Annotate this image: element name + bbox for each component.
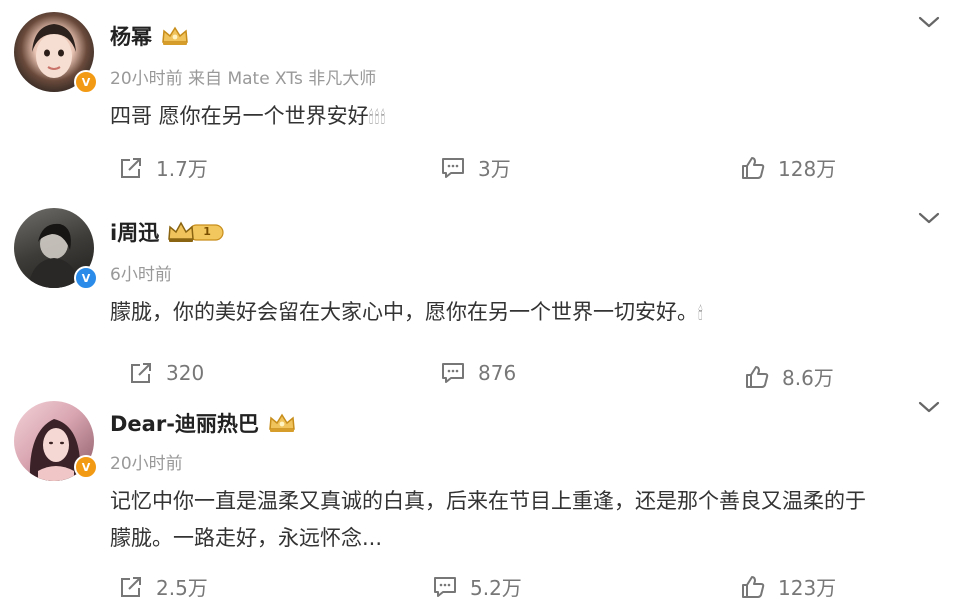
name-row: 杨幂 — [110, 20, 190, 52]
name-row: Dear-迪丽热巴 — [110, 407, 297, 439]
comment-item: V 杨幂 20小时前 来自 Mate XTs 非凡大师 四哥 愿你在另一个世界安… — [0, 0, 960, 200]
like-button[interactable]: 8.6万 — [744, 362, 834, 391]
username[interactable]: Dear-迪丽热巴 — [110, 408, 259, 438]
comment-text-line: 朦胧，你的美好会留在大家心中，愿你在另一个世界一切安好。 — [110, 300, 698, 324]
candle-emoji: 🕯 — [698, 304, 704, 324]
comment-text-line: 记忆中你一直是温柔又真诚的白真，后来在节目上重逢，还是那个善良又温柔的于 — [110, 489, 866, 513]
crown-level-badge-icon — [167, 220, 227, 244]
comment-meta: 6小时前 — [110, 265, 172, 285]
thumbs-up-icon — [742, 575, 765, 598]
comment-text: 四哥 愿你在另一个世界安好🕯🕯🕯 — [110, 98, 386, 137]
comment-count: 876 — [478, 361, 517, 385]
level-text: 1 — [203, 224, 211, 238]
repost-button[interactable]: 320 — [128, 360, 204, 386]
verified-badge: V — [74, 455, 98, 479]
comment-item: V i周迅 1 6小时前 朦胧，你的美好会留在大家心中，愿你在另一个世界一切安好… — [0, 200, 960, 395]
chevron-down-icon[interactable] — [917, 210, 941, 226]
crown-badge-icon — [160, 25, 190, 47]
crown-badge-icon — [267, 412, 297, 434]
repost-count: 320 — [166, 361, 205, 385]
username[interactable]: 杨幂 — [110, 21, 152, 51]
comment-text: 记忆中你一直是温柔又真诚的白真，后来在节目上重逢，还是那个善良又温柔的于 朦胧。… — [110, 483, 866, 557]
like-button[interactable]: 123万 — [740, 572, 836, 600]
like-count: 8.6万 — [782, 366, 834, 390]
comment-icon — [442, 363, 464, 383]
candle-emoji: 🕯🕯🕯 — [368, 108, 387, 128]
thumbs-up-icon — [746, 365, 769, 388]
comment-button[interactable]: 5.2万 — [432, 572, 522, 600]
verified-badge: V — [74, 266, 98, 290]
share-icon — [121, 576, 141, 597]
comment-text-line: 四哥 愿你在另一个世界安好 — [110, 104, 369, 128]
comment-icon — [434, 576, 456, 597]
name-row: i周迅 1 — [110, 216, 235, 248]
share-icon — [121, 157, 141, 178]
like-button[interactable]: 128万 — [740, 153, 836, 182]
comment-text: 朦胧，你的美好会留在大家心中，愿你在另一个世界一切安好。🕯 — [110, 294, 704, 333]
like-count: 128万 — [778, 157, 837, 181]
like-count: 123万 — [778, 576, 837, 600]
comment-text-line: 朦胧。一路走好，永远怀念... — [110, 526, 383, 550]
repost-button[interactable]: 1.7万 — [118, 153, 208, 182]
repost-button[interactable]: 2.5万 — [118, 572, 208, 600]
comment-feed: V 杨幂 20小时前 来自 Mate XTs 非凡大师 四哥 愿你在另一个世界安… — [0, 0, 960, 600]
comment-count: 3万 — [478, 157, 511, 181]
thumbs-up-icon — [742, 156, 765, 179]
comment-item: V Dear-迪丽热巴 20小时前 记忆中你一直是温柔又真诚的白真，后来在节目上… — [0, 395, 960, 600]
share-icon — [131, 363, 151, 383]
username[interactable]: i周迅 — [110, 217, 159, 247]
comment-meta: 20小时前 来自 Mate XTs 非凡大师 — [110, 69, 377, 89]
comment-button[interactable]: 876 — [440, 360, 516, 386]
repost-count: 1.7万 — [156, 157, 208, 181]
chevron-down-icon[interactable] — [917, 399, 941, 415]
comment-icon — [442, 157, 464, 178]
verified-badge: V — [74, 70, 98, 94]
comment-button[interactable]: 3万 — [440, 153, 511, 182]
comment-meta: 20小时前 — [110, 454, 183, 474]
comment-count: 5.2万 — [470, 576, 522, 600]
chevron-down-icon[interactable] — [917, 14, 941, 30]
repost-count: 2.5万 — [156, 576, 208, 600]
